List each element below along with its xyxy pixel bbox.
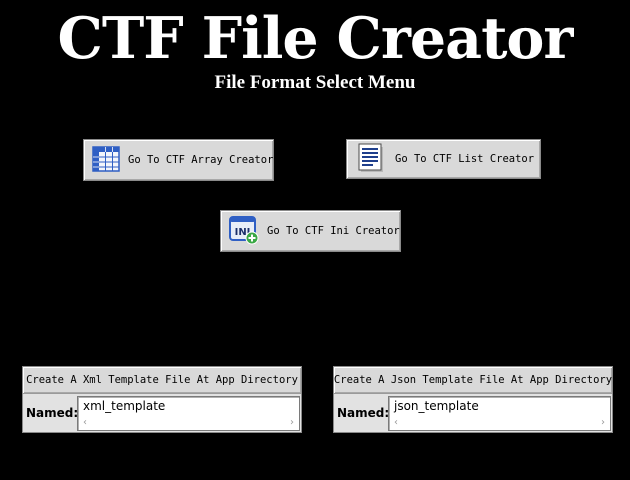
create-xml-template-button[interactable]: Create A Xml Template File At App Direct… — [23, 367, 301, 394]
json-name-value: json_template — [394, 399, 479, 413]
ini-file-add-icon: INI — [229, 215, 259, 248]
xml-name-field[interactable]: xml_template ‹ › — [77, 396, 300, 431]
create-json-template-button[interactable]: Create A Json Template File At App Direc… — [334, 367, 612, 394]
xml-name-scrollbar[interactable]: ‹ › — [79, 417, 298, 429]
ini-creator-label: Go To CTF Ini Creator — [267, 225, 400, 237]
scroll-right-icon[interactable]: › — [597, 417, 609, 429]
document-list-icon — [357, 143, 385, 176]
json-template-panel: Create A Json Template File At App Direc… — [333, 366, 613, 433]
list-creator-label: Go To CTF List Creator — [395, 153, 535, 165]
xml-name-value: xml_template — [83, 399, 166, 413]
json-named-label: Named: — [337, 406, 390, 420]
go-to-ini-creator-button[interactable]: INI Go To CTF Ini Creator — [220, 210, 401, 252]
menu-subtitle: File Format Select Menu — [214, 72, 416, 93]
scroll-left-icon[interactable]: ‹ — [79, 417, 91, 429]
json-name-scrollbar[interactable]: ‹ › — [390, 417, 609, 429]
go-to-list-creator-button[interactable]: Go To CTF List Creator — [346, 139, 541, 179]
go-to-array-creator-button[interactable]: Go To CTF Array Creator — [83, 139, 274, 181]
xml-template-panel: Create A Xml Template File At App Direct… — [22, 366, 302, 433]
json-name-field[interactable]: json_template ‹ › — [388, 396, 611, 431]
scroll-right-icon[interactable]: › — [286, 417, 298, 429]
scroll-left-icon[interactable]: ‹ — [390, 417, 402, 429]
xml-named-label: Named: — [26, 406, 79, 420]
app-title: CTF File Creator — [57, 5, 574, 72]
app-window: CTF File Creator File Format Select Menu — [0, 0, 630, 480]
array-creator-label: Go To CTF Array Creator — [128, 154, 274, 166]
grid-table-icon — [92, 145, 120, 176]
